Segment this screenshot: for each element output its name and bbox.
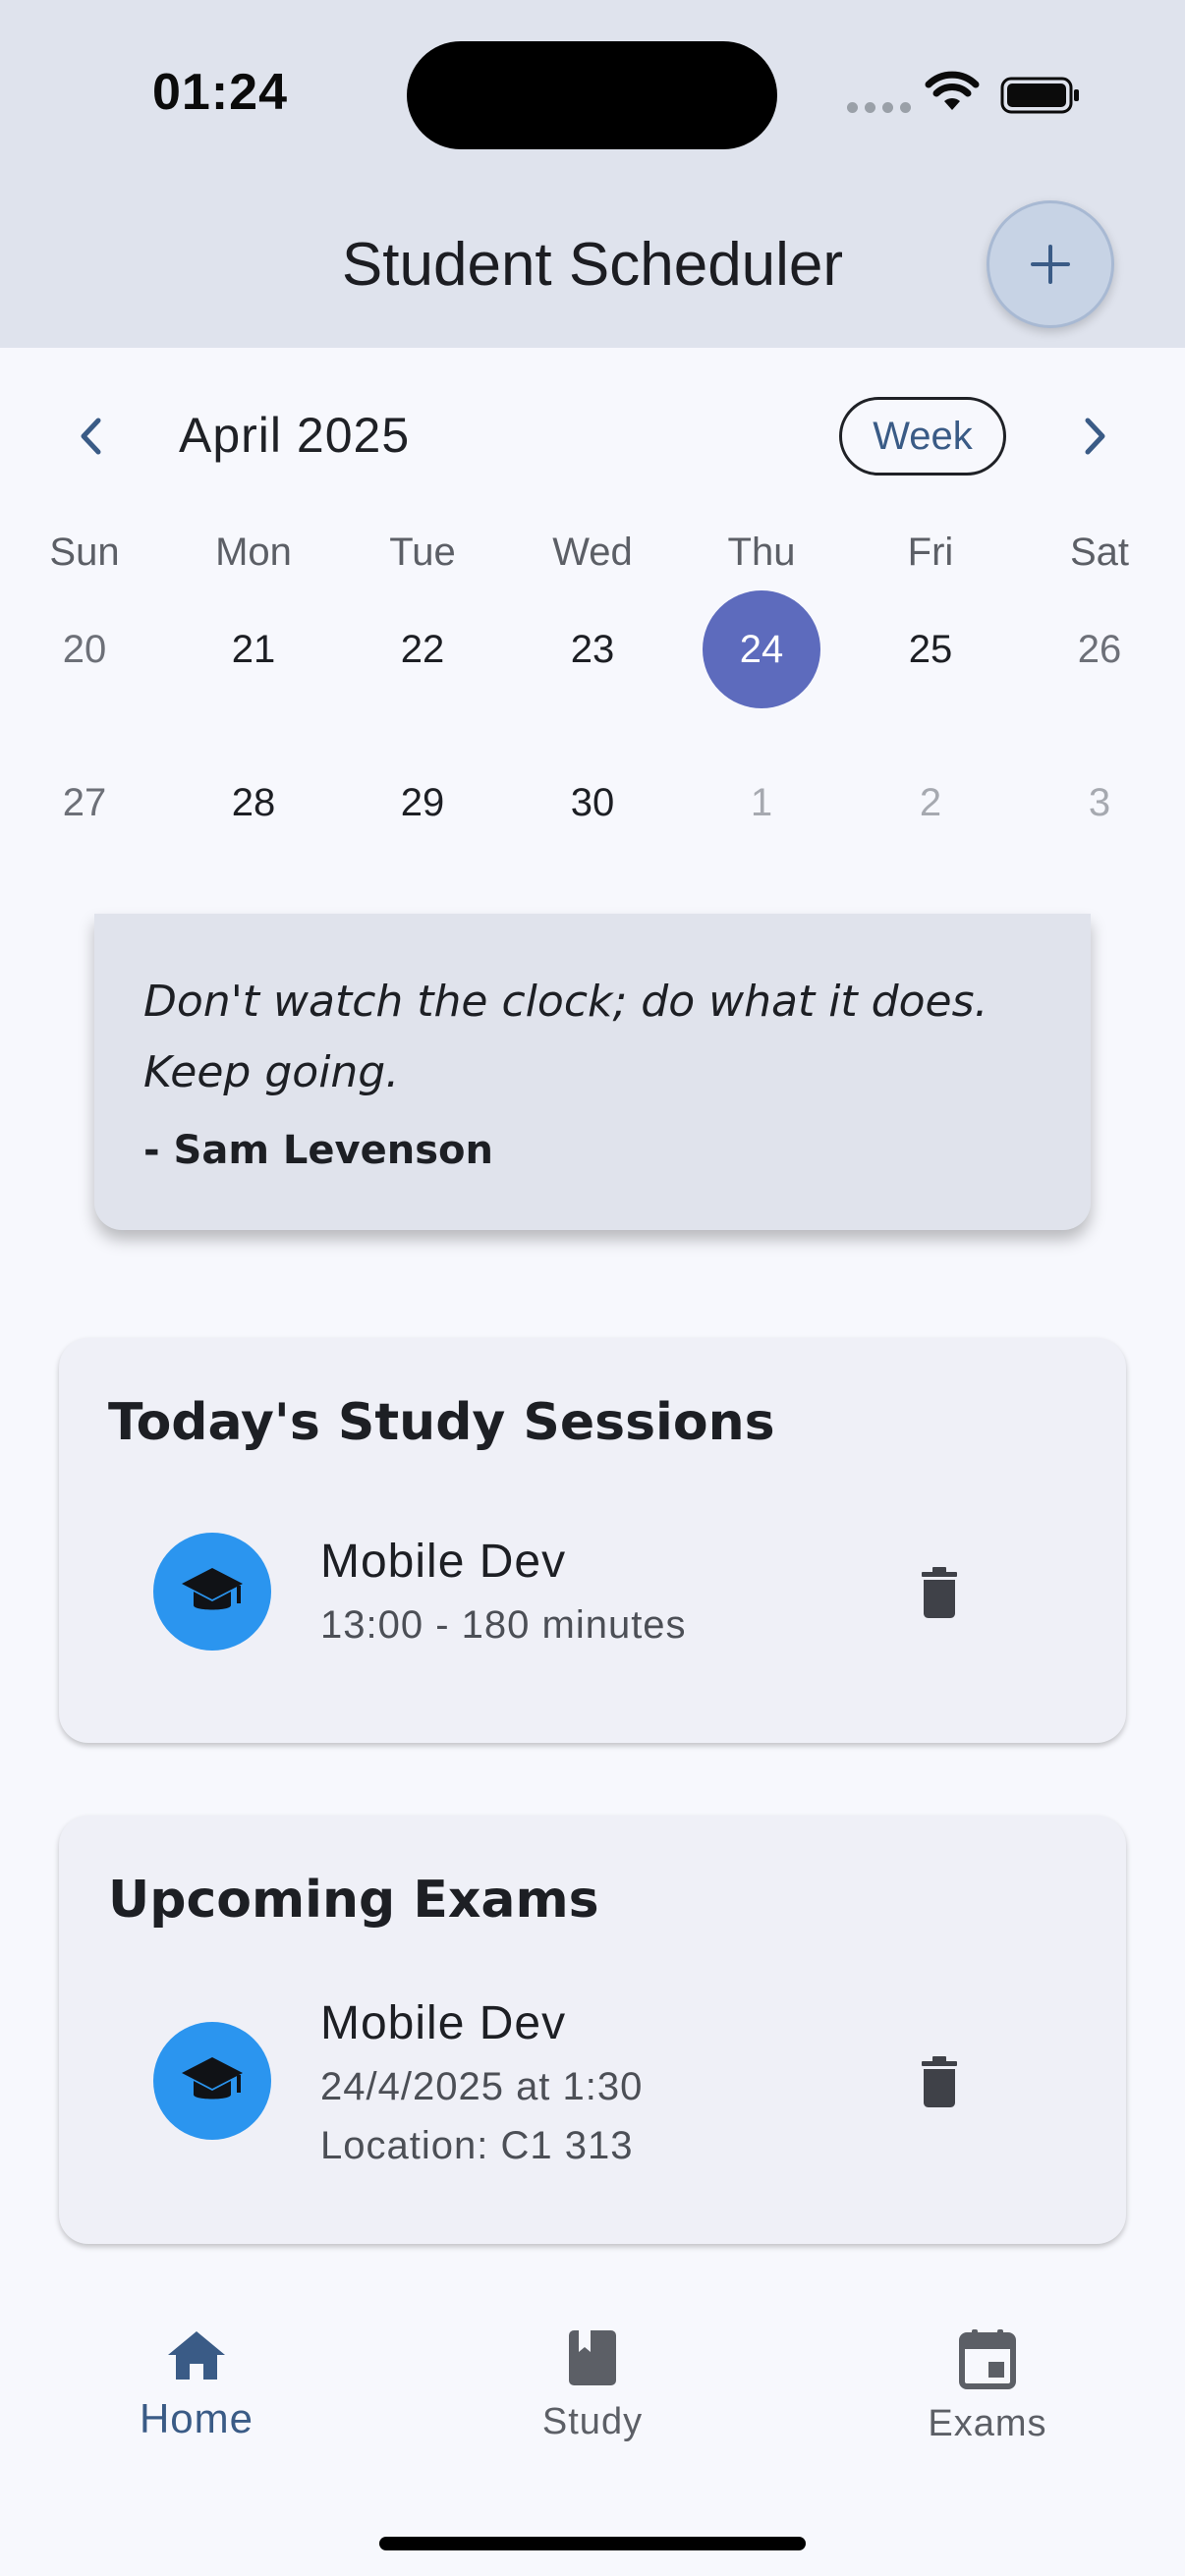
nav-label: Exams bbox=[928, 2403, 1047, 2444]
weekday-label: Thu bbox=[727, 531, 796, 574]
calendar-day[interactable]: 3 bbox=[1041, 744, 1158, 862]
delete-session-button[interactable] bbox=[910, 1558, 969, 1625]
calendar-day[interactable]: 27 bbox=[26, 744, 143, 862]
weekday-label: Mon bbox=[215, 531, 292, 574]
calendar-day[interactable]: 22 bbox=[364, 590, 481, 708]
calendar-day[interactable]: 20 bbox=[26, 590, 143, 708]
calendar-view-toggle[interactable]: Week bbox=[839, 397, 1006, 476]
wifi-icon bbox=[925, 71, 980, 110]
status-time: 01:24 bbox=[152, 64, 288, 121]
trash-icon bbox=[922, 1567, 957, 1618]
exam-name: Mobile Dev bbox=[320, 1997, 567, 2049]
calendar-day[interactable]: 23 bbox=[534, 590, 651, 708]
calendar-day[interactable]: 25 bbox=[872, 590, 989, 708]
plus-icon bbox=[1031, 245, 1070, 284]
calendar-day-number: 24 bbox=[739, 628, 784, 671]
calendar-day[interactable]: 28 bbox=[195, 744, 312, 862]
session-avatar bbox=[153, 1533, 271, 1651]
nav-study[interactable]: Study bbox=[475, 2328, 710, 2443]
battery-icon bbox=[1000, 77, 1079, 114]
nav-label: Study bbox=[541, 2401, 644, 2442]
weekday-label: Sat bbox=[1069, 531, 1130, 574]
chevron-right-icon bbox=[1085, 418, 1105, 455]
calendar-icon bbox=[959, 2329, 1016, 2389]
weekday-label: Fri bbox=[907, 531, 954, 574]
graduation-cap-icon bbox=[182, 2057, 243, 2100]
nav-home[interactable]: Home bbox=[79, 2328, 314, 2442]
home-icon bbox=[168, 2331, 225, 2380]
dynamic-island bbox=[407, 41, 777, 149]
trash-icon bbox=[922, 2056, 957, 2107]
session-name: Mobile Dev bbox=[320, 1536, 567, 1588]
exam-avatar bbox=[153, 2022, 271, 2140]
weekday-label: Sun bbox=[49, 531, 120, 574]
book-icon bbox=[569, 2330, 616, 2385]
quote-author: - Sam Levenson bbox=[143, 1128, 493, 1173]
session-detail: 13:00 - 180 minutes bbox=[320, 1603, 687, 1647]
next-month-button[interactable] bbox=[1076, 413, 1115, 460]
exam-date: 24/4/2025 at 1:30 bbox=[320, 2065, 644, 2108]
top-app-bar: 01:24 Student Scheduler bbox=[0, 0, 1185, 348]
study-sessions-card: Today's Study Sessions Mobile Dev 13:00 … bbox=[59, 1338, 1126, 1743]
nav-exams[interactable]: Exams bbox=[870, 2328, 1105, 2445]
upcoming-exams-card: Upcoming Exams Mobile Dev 24/4/2025 at 1… bbox=[59, 1816, 1126, 2244]
section-title: Upcoming Exams bbox=[108, 1871, 599, 1930]
exam-location: Location: C1 313 bbox=[320, 2124, 634, 2167]
quote-card: Don't watch the clock; do what it does. … bbox=[94, 914, 1091, 1230]
calendar-day[interactable]: 1 bbox=[703, 744, 820, 862]
home-indicator[interactable] bbox=[379, 2537, 806, 2550]
weekday-label: Tue bbox=[389, 531, 456, 574]
calendar-day[interactable]: 2 bbox=[872, 744, 989, 862]
calendar-day[interactable]: 21 bbox=[195, 590, 312, 708]
nav-label: Home bbox=[139, 2395, 254, 2441]
delete-exam-button[interactable] bbox=[910, 2047, 969, 2114]
calendar-day-selected[interactable]: 24 bbox=[703, 590, 820, 708]
calendar-day[interactable]: 29 bbox=[364, 744, 481, 862]
add-button[interactable] bbox=[987, 200, 1114, 328]
calendar-day[interactable]: 26 bbox=[1041, 590, 1158, 708]
weekday-label: Wed bbox=[552, 531, 633, 574]
chevron-left-icon bbox=[81, 418, 101, 455]
graduation-cap-icon bbox=[182, 1568, 243, 1610]
calendar-day[interactable]: 30 bbox=[534, 744, 651, 862]
calendar-month-label: April 2025 bbox=[179, 408, 411, 463]
previous-month-button[interactable] bbox=[71, 413, 110, 460]
cellular-signal-icon bbox=[847, 102, 911, 113]
quote-text: Don't watch the clock; do what it does. … bbox=[143, 977, 988, 1097]
section-title: Today's Study Sessions bbox=[108, 1393, 775, 1452]
